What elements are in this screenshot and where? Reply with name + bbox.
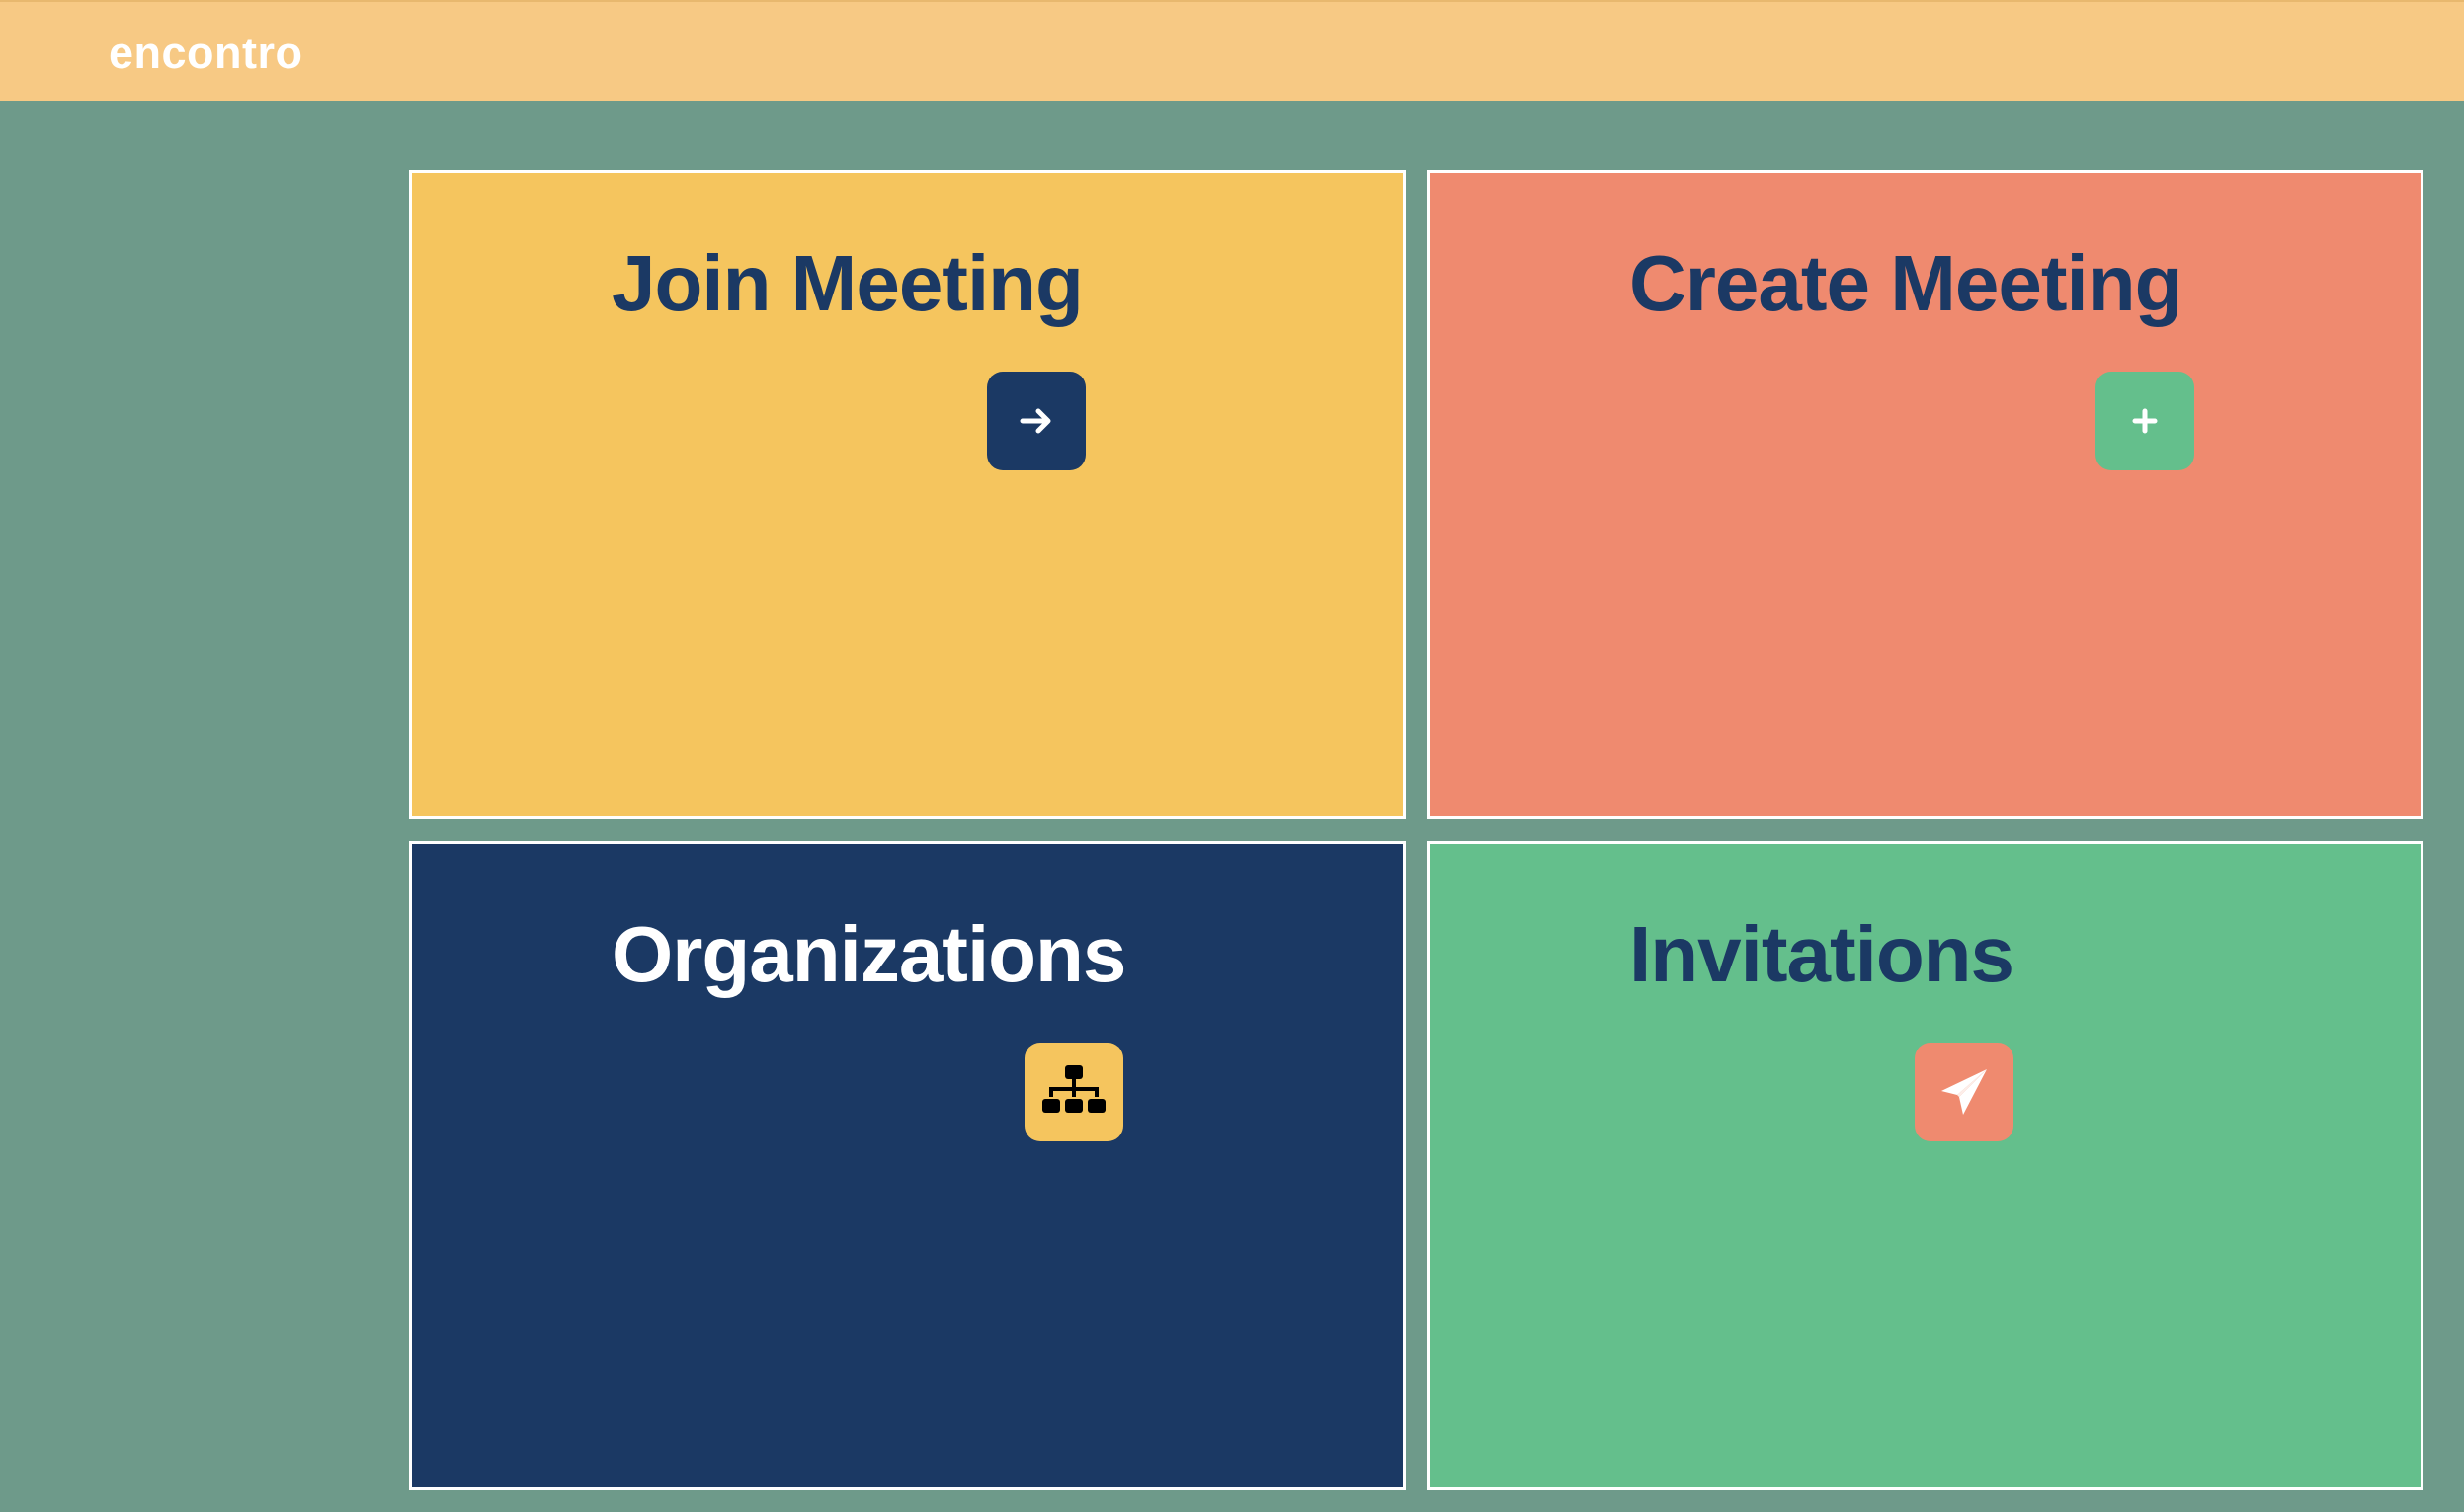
join-meeting-title: Join Meeting bbox=[612, 239, 1084, 327]
create-meeting-button[interactable] bbox=[2095, 372, 2194, 470]
join-meeting-tile[interactable]: Join Meeting bbox=[409, 170, 1406, 819]
arrow-right-icon bbox=[1017, 401, 1056, 441]
app-brand-logo[interactable]: encontro bbox=[109, 28, 303, 79]
organizations-button[interactable] bbox=[1025, 1043, 1123, 1141]
invitations-button[interactable] bbox=[1915, 1043, 2013, 1141]
invitations-tile[interactable]: Invitations bbox=[1427, 841, 2423, 1490]
plus-icon bbox=[2130, 406, 2160, 436]
create-meeting-title: Create Meeting bbox=[1629, 239, 2182, 327]
join-meeting-button[interactable] bbox=[987, 372, 1086, 470]
create-meeting-tile[interactable]: Create Meeting bbox=[1427, 170, 2423, 819]
paper-plane-icon bbox=[1937, 1065, 1991, 1119]
invitations-title: Invitations bbox=[1629, 910, 2014, 998]
org-chart-icon bbox=[1042, 1065, 1106, 1119]
organizations-tile[interactable]: Organizations bbox=[409, 841, 1406, 1490]
top-navigation-bar: encontro bbox=[0, 0, 2464, 101]
organizations-title: Organizations bbox=[612, 910, 1126, 998]
